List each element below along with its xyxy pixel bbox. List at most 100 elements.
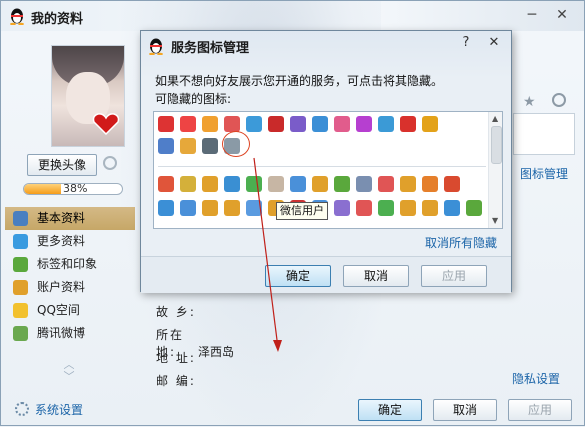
- dialog-apply-button[interactable]: 应用: [421, 265, 487, 287]
- wechat-tooltip: 微信用户: [276, 202, 328, 220]
- system-settings-label: 系统设置: [35, 403, 84, 417]
- service-icon[interactable]: [224, 200, 240, 216]
- apply-button[interactable]: 应用: [508, 399, 572, 421]
- dialog-title: 服务图标管理: [171, 41, 250, 56]
- service-icon[interactable]: [466, 200, 482, 216]
- gear-icon: [15, 402, 29, 416]
- star-icon[interactable]: ★: [523, 94, 536, 110]
- service-icon[interactable]: [180, 138, 196, 154]
- sidebar-item[interactable]: 腾讯微博: [5, 322, 135, 345]
- system-settings-link[interactable]: 系统设置: [15, 401, 83, 418]
- service-icon[interactable]: [422, 176, 438, 192]
- service-icon[interactable]: [290, 176, 306, 192]
- sidebar-item[interactable]: QQ空间: [5, 299, 135, 322]
- tag-icon: [13, 257, 28, 272]
- sidebar-item[interactable]: 更多资料: [5, 230, 135, 253]
- icon-manage-link[interactable]: 图标管理: [520, 165, 568, 182]
- service-icon[interactable]: [246, 200, 262, 216]
- address-label: 地 址:: [156, 351, 196, 365]
- sidebar-item[interactable]: 标签和印象: [5, 253, 135, 276]
- service-icon-dialog: 服务图标管理 ? ✕ 如果不想向好友展示您开通的服务，可点击将其隐藏。 可隐藏的…: [140, 30, 512, 293]
- service-icon[interactable]: [356, 176, 372, 192]
- ok-button[interactable]: 确定: [358, 399, 422, 421]
- service-icon[interactable]: [334, 116, 350, 132]
- close-button[interactable]: ✕: [551, 6, 573, 24]
- chevron-down-icon[interactable]: ﹀: [64, 370, 75, 383]
- minimize-button[interactable]: ─: [521, 6, 543, 24]
- sidebar-item-label: 标签和印象: [37, 257, 98, 271]
- cancel-button[interactable]: 取消: [433, 399, 497, 421]
- service-icon[interactable]: [268, 116, 284, 132]
- service-icon[interactable]: [422, 116, 438, 132]
- dialog-ok-button[interactable]: 确定: [265, 265, 331, 287]
- service-icon[interactable]: [246, 116, 262, 132]
- service-icon[interactable]: [224, 116, 240, 132]
- avatar-status-icon[interactable]: [103, 156, 117, 170]
- zip-row: 邮 编:: [156, 372, 198, 389]
- sidebar-item[interactable]: 基本资料: [5, 207, 135, 230]
- sidebar-item-label: 更多资料: [37, 234, 86, 248]
- dialog-cancel-button[interactable]: 取消: [343, 265, 409, 287]
- service-icon[interactable]: [312, 116, 328, 132]
- sidebar-scroll[interactable]: ︿ ﹀: [63, 359, 75, 383]
- id-card-icon: [13, 211, 28, 226]
- service-icon[interactable]: [290, 116, 306, 132]
- panel-divider: [158, 166, 486, 167]
- change-avatar-button[interactable]: 更换头像: [27, 154, 97, 176]
- dialog-close-button[interactable]: ✕: [483, 34, 505, 52]
- service-icon[interactable]: [158, 200, 174, 216]
- service-icon[interactable]: [378, 176, 394, 192]
- service-icon[interactable]: [180, 116, 196, 132]
- service-icon-panel: ▲ ▼: [153, 111, 503, 229]
- service-icon[interactable]: [158, 176, 174, 192]
- zip-label: 邮 编:: [156, 374, 196, 388]
- icon-panel-scrollbar[interactable]: ▲ ▼: [488, 112, 502, 228]
- service-icon[interactable]: [400, 200, 416, 216]
- service-icon[interactable]: [444, 176, 460, 192]
- service-icon[interactable]: [224, 176, 240, 192]
- qq-penguin-icon: [149, 38, 163, 55]
- sidebar-item[interactable]: 账户资料: [5, 276, 135, 299]
- service-icon[interactable]: [202, 200, 218, 216]
- service-icon[interactable]: [202, 138, 218, 154]
- service-icon[interactable]: [356, 200, 372, 216]
- star-icon: [13, 303, 28, 318]
- sidebar-item-label: 腾讯微博: [37, 326, 86, 340]
- service-icon[interactable]: [356, 116, 372, 132]
- hometown-row: 故 乡:: [156, 303, 198, 320]
- service-icon[interactable]: [400, 176, 416, 192]
- help-button[interactable]: ?: [455, 34, 477, 52]
- service-icon[interactable]: [202, 176, 218, 192]
- service-icon[interactable]: [268, 176, 284, 192]
- service-icon[interactable]: [180, 200, 196, 216]
- service-icon[interactable]: [378, 116, 394, 132]
- service-icon[interactable]: [334, 200, 350, 216]
- person-icon[interactable]: [552, 93, 566, 107]
- notebook-icon: [13, 234, 28, 249]
- account-icon: [13, 280, 28, 295]
- sidebar: 基本资料更多资料标签和印象账户资料 QQ空间腾讯微博: [5, 207, 135, 345]
- signature-box[interactable]: [513, 113, 575, 155]
- service-icon[interactable]: [180, 176, 196, 192]
- scroll-thumb[interactable]: [491, 126, 502, 164]
- service-icon[interactable]: [246, 176, 262, 192]
- heart-gem-icon: [92, 113, 120, 136]
- service-icon[interactable]: [400, 116, 416, 132]
- service-icon[interactable]: [158, 116, 174, 132]
- service-icon[interactable]: [158, 138, 174, 154]
- service-icon[interactable]: [312, 176, 328, 192]
- service-icon[interactable]: [378, 200, 394, 216]
- scroll-up-icon[interactable]: ▲: [492, 114, 498, 123]
- service-icon[interactable]: [202, 116, 218, 132]
- privacy-settings-link[interactable]: 隐私设置: [512, 370, 560, 387]
- location-value[interactable]: 泽西岛: [198, 345, 234, 359]
- sidebar-item-label: 基本资料: [37, 211, 86, 225]
- dialog-description: 如果不想向好友展示您开通的服务，可点击将其隐藏。: [155, 74, 444, 88]
- avatar[interactable]: [51, 45, 125, 147]
- scroll-down-icon[interactable]: ▼: [492, 216, 498, 225]
- service-icon[interactable]: [444, 200, 460, 216]
- service-icon[interactable]: [334, 176, 350, 192]
- sidebar-item-label: 账户资料: [37, 280, 86, 294]
- unhide-all-link[interactable]: 取消所有隐藏: [425, 234, 497, 251]
- service-icon[interactable]: [422, 200, 438, 216]
